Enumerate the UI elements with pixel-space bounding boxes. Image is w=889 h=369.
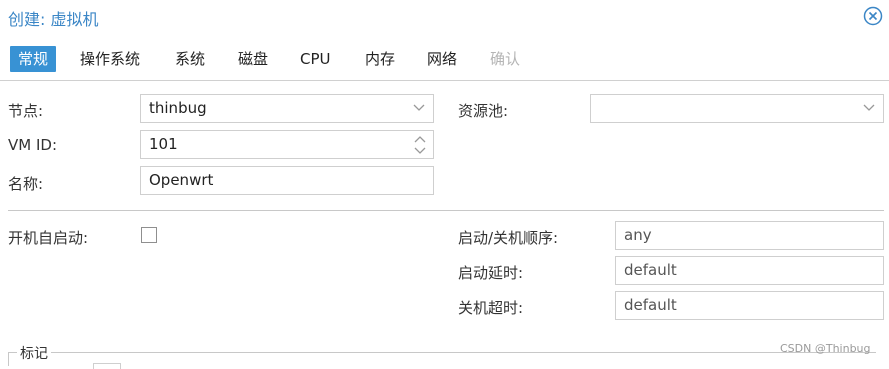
tab-confirm: 确认 — [490, 50, 521, 68]
startup-delay-input[interactable]: default — [615, 256, 884, 285]
vmid-input[interactable]: 101 — [140, 130, 434, 159]
tab-general[interactable]: 常规 — [10, 46, 57, 72]
node-select[interactable]: thinbug — [140, 94, 434, 123]
dialog-title: 创建: 虚拟机 — [8, 10, 99, 29]
vmid-label: VM ID: — [8, 136, 57, 154]
tags-fieldset-border — [8, 352, 876, 353]
chevron-down-icon — [863, 104, 875, 111]
tab-bar: 常规 操作系统 系统 磁盘 CPU 内存 网络 确认 — [0, 40, 889, 81]
tags-fieldset-left-border — [8, 352, 9, 366]
shutdown-timeout-label: 关机超时: — [458, 299, 524, 317]
tab-disk[interactable]: 磁盘 — [230, 46, 276, 72]
startup-order-label: 启动/关机顺序: — [458, 229, 559, 247]
onboot-label: 开机自启动: — [8, 229, 89, 247]
tags-legend: 标记 — [17, 343, 51, 363]
spinner-arrows-icon[interactable] — [414, 135, 426, 155]
chevron-down-icon — [413, 104, 425, 111]
section-divider — [8, 210, 884, 211]
startup-delay-label: 启动延时: — [458, 264, 524, 282]
pool-select[interactable] — [590, 94, 884, 123]
name-input[interactable]: Openwrt — [140, 166, 434, 195]
shutdown-timeout-input[interactable]: default — [615, 291, 884, 320]
onboot-checkbox[interactable] — [141, 227, 157, 243]
shutdown-timeout-value: default — [624, 296, 677, 314]
close-circle-icon — [863, 6, 883, 26]
startup-delay-value: default — [624, 261, 677, 279]
tab-system[interactable]: 系统 — [167, 46, 213, 72]
vmid-value: 101 — [149, 135, 178, 153]
tab-network[interactable]: 网络 — [419, 46, 465, 72]
startup-order-input[interactable]: any — [615, 221, 884, 250]
tab-memory[interactable]: 内存 — [357, 46, 403, 72]
node-value: thinbug — [149, 99, 207, 117]
name-value: Openwrt — [149, 171, 214, 189]
startup-order-value: any — [624, 226, 652, 244]
watermark: CSDN @Thinbug — [780, 342, 871, 355]
pool-label: 资源池: — [458, 102, 509, 120]
name-label: 名称: — [8, 175, 44, 193]
close-button[interactable] — [863, 6, 883, 26]
node-label: 节点: — [8, 102, 44, 120]
tags-field-top[interactable] — [93, 363, 121, 369]
tab-cpu[interactable]: CPU — [292, 46, 339, 72]
tab-os[interactable]: 操作系统 — [72, 46, 148, 72]
